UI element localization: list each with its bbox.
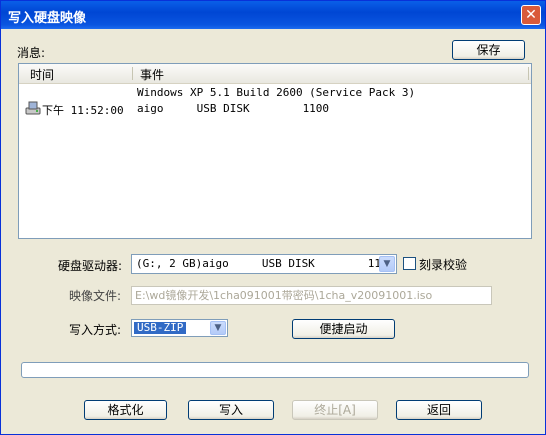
drive-label: 硬盘驱动器: (58, 259, 123, 273)
list-item-event[interactable]: aigo USB DISK 1100 (137, 102, 329, 115)
write-mode-value: USB-ZIP (134, 322, 187, 334)
dialog-window: 写入硬盘映像 ✕ 消息: 保存 时间 事件 Windows XP 5.1 Bui… (0, 0, 546, 435)
stop-button[interactable]: 终止[A] (292, 400, 378, 420)
drive-select-value: (G:, 2 GB)aigo USB DISK 1100 (136, 257, 395, 270)
verify-checkbox[interactable] (403, 257, 416, 270)
list-header: 时间 事件 (19, 64, 531, 84)
window-title: 写入硬盘映像 (8, 11, 87, 26)
back-button[interactable]: 返回 (396, 400, 482, 420)
image-file-label: 映像文件: (69, 289, 122, 303)
verify-label[interactable]: 刻录校验 (419, 256, 467, 273)
drive-icon (25, 100, 41, 116)
write-mode-label: 写入方式: (69, 323, 122, 337)
write-mode-select[interactable]: USB-ZIP ▼ (131, 319, 228, 337)
drive-select[interactable]: (G:, 2 GB)aigo USB DISK 1100 ▼ (131, 254, 397, 274)
column-header-event[interactable]: 事件 (140, 66, 164, 83)
chevron-down-icon[interactable]: ▼ (210, 321, 226, 335)
title-bar[interactable]: 写入硬盘映像 ✕ (1, 1, 545, 29)
write-button[interactable]: 写入 (188, 400, 274, 420)
chevron-down-icon[interactable]: ▼ (379, 256, 395, 272)
list-item-time[interactable]: 下午 11:52:00 (42, 102, 124, 118)
progress-bar (21, 362, 529, 378)
quick-boot-button[interactable]: 便捷启动 (292, 319, 395, 339)
image-file-field[interactable]: E:\wd镜像开发\1cha091001带密码\1cha_v20091001.i… (131, 286, 492, 305)
save-button[interactable]: 保存 (452, 40, 525, 60)
column-header-time[interactable]: 时间 (30, 66, 54, 83)
list-item-event[interactable]: Windows XP 5.1 Build 2600 (Service Pack … (137, 86, 415, 99)
close-button[interactable]: ✕ (521, 5, 541, 25)
messages-label: 消息: (17, 46, 46, 60)
format-button[interactable]: 格式化 (84, 400, 167, 420)
message-list[interactable]: 时间 事件 Windows XP 5.1 Build 2600 (Service… (18, 63, 532, 239)
